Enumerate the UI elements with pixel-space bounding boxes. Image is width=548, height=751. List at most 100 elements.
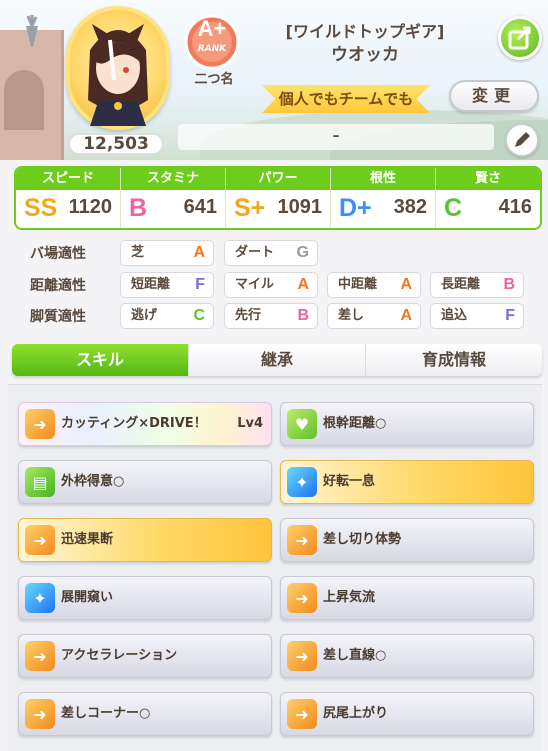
skill-card[interactable]: ➜ 尻尾上がり <box>280 692 534 736</box>
stat-grade: S+ <box>234 194 266 222</box>
skill-card[interactable]: ➜ カッティング×DRIVE！ Lv4 <box>18 402 272 446</box>
aptitude-cell: 中距離 A <box>327 272 421 298</box>
stat-label: スピード <box>16 168 120 190</box>
skill-name: 外枠得意○ <box>61 474 125 489</box>
skill-name: 尻尾上がり <box>323 706 389 721</box>
aptitude-label: 距離適性 <box>30 278 86 294</box>
carrot-icon <box>26 15 38 47</box>
stat-value: 1091 <box>277 196 323 218</box>
skill-card[interactable]: ➜ 差しコーナー○ <box>18 692 272 736</box>
skill-name: 差し切り体勢 <box>323 532 402 547</box>
stat-value: 382 <box>393 196 427 218</box>
skill-name: カッティング×DRIVE！ <box>61 416 207 431</box>
skill-card[interactable]: ✦ 展開窺い <box>18 576 272 620</box>
skill-card[interactable]: ➜ 差し直線○ <box>280 634 534 678</box>
skill-card[interactable]: ➜ アクセラレーション <box>18 634 272 678</box>
stat-1: スタミナ B 641 <box>121 168 226 228</box>
character-avatar[interactable] <box>66 6 170 130</box>
aptitude-name: マイル <box>235 277 275 292</box>
aptitude-label: バ場適性 <box>30 246 86 262</box>
tab-0[interactable]: スキル <box>12 344 188 376</box>
speed-boost-icon: ➜ <box>287 583 317 613</box>
motto-text: – <box>178 124 494 150</box>
skill-name: 差し直線○ <box>323 648 387 663</box>
share-icon <box>508 26 531 50</box>
horse-name: ウオッカ <box>331 45 399 65</box>
aptitude-name: ダート <box>235 245 275 260</box>
aptitude-cell: 差し A <box>327 303 421 329</box>
skill-name: 上昇気流 <box>323 590 376 605</box>
stat-value: 416 <box>498 196 532 218</box>
tab-1[interactable]: 継承 <box>188 344 365 376</box>
aptitude-row-distance: 距離適性 <box>30 272 118 298</box>
skill-name: 迅速果断 <box>61 532 114 547</box>
speed-boost-icon: ➜ <box>287 699 317 729</box>
speed-boost-icon: ➜ <box>25 699 55 729</box>
share-button[interactable] <box>498 16 542 60</box>
stat-3: 根性 D+ 382 <box>331 168 436 228</box>
skill-list: ➜ カッティング×DRIVE！ Lv4 ♥ 根幹距離○ ▤ 外枠得意○ ✦ 好転一息 ➜ 迅速果断 ➜… <box>8 384 542 751</box>
aptitude-name: 芝 <box>131 245 145 260</box>
skill-card[interactable]: ♥ 根幹距離○ <box>280 402 534 446</box>
stat-label: パワー <box>226 168 330 190</box>
aptitude-name: 差し <box>338 308 365 323</box>
stat-0: スピード SS 1120 <box>16 168 121 228</box>
speed-boost-icon: ➜ <box>25 641 55 671</box>
stat-value: 641 <box>183 196 217 218</box>
tab-2[interactable]: 育成情報 <box>365 344 542 376</box>
skill-name: 根幹距離○ <box>323 416 387 431</box>
nickname: 二つ名 <box>194 72 234 87</box>
edit-button[interactable] <box>505 123 539 157</box>
skill-card[interactable]: ➜ 迅速果断 <box>18 518 272 562</box>
speed-boost-icon: ➜ <box>25 409 55 439</box>
aptitude-name: 追込 <box>441 308 468 323</box>
change-button[interactable]: 変更 <box>449 80 539 112</box>
pencil-icon <box>515 132 530 147</box>
aptitude-cell: マイル A <box>224 272 318 298</box>
aptitude-grade: B <box>297 307 309 324</box>
aptitude-grade: A <box>297 276 309 293</box>
sparkle-icon: ✦ <box>287 467 317 497</box>
stat-value: 1120 <box>68 196 112 218</box>
fan-count: 12,503 <box>68 133 164 155</box>
aptitude-grade: A <box>400 307 412 324</box>
aptitude-row-track: バ場適性 <box>30 240 118 266</box>
stat-2: パワー S+ 1091 <box>226 168 331 228</box>
skill-card[interactable]: ✦ 好転一息 <box>280 460 534 504</box>
aptitude-grade: A <box>400 276 412 293</box>
aptitude-grade: A <box>193 244 205 261</box>
aptitude-label: 脚質適性 <box>30 309 86 325</box>
aptitude-cell: ダート G <box>224 240 318 266</box>
stat-grade: C <box>444 194 463 222</box>
skill-card[interactable]: ➜ 上昇気流 <box>280 576 534 620</box>
profile-header: 12,503 A+ RANK 二つ名 [ワイルドトップギア] ウオッカ 個人でも… <box>0 0 548 160</box>
aptitude-grade: F <box>505 307 515 324</box>
speed-boost-icon: ➜ <box>25 525 55 555</box>
stat-label: 賢さ <box>436 168 540 190</box>
aptitude-grade: B <box>503 276 515 293</box>
aptitude-row-style: 脚質適性 <box>30 303 118 329</box>
aptitude-name: 短距離 <box>131 277 171 292</box>
skill-card[interactable]: ▤ 外枠得意○ <box>18 460 272 504</box>
aptitude-cell: 短距離 F <box>120 272 214 298</box>
gate-icon: ▤ <box>25 467 55 497</box>
aptitude-name: 長距離 <box>441 277 481 292</box>
slogan-ribbon: 個人でもチームでも <box>262 85 430 113</box>
tab-bar: スキル 継承 育成情報 <box>12 344 542 376</box>
speed-boost-icon: ➜ <box>287 525 317 555</box>
aptitude-grade: G <box>296 244 309 261</box>
stats-panel: スピード SS 1120 スタミナ B 641 パワー S+ 1091 根性 D+ 382 賢さ C 416 <box>14 166 542 230</box>
stat-grade: B <box>129 194 148 222</box>
aptitude-cell: 芝A <box>120 240 214 266</box>
aptitude-cell: 逃げ C <box>120 303 214 329</box>
aptitude-grade: F <box>195 276 205 293</box>
aptitude-grade: C <box>193 307 205 324</box>
skill-level: Lv4 <box>237 416 263 431</box>
aptitude-cell: 長距離 B <box>430 272 524 298</box>
heart-icon: ♥ <box>287 409 317 439</box>
skill-card[interactable]: ➜ 差し切り体勢 <box>280 518 534 562</box>
rank-grade: A+ <box>197 16 227 41</box>
skill-name: アクセラレーション <box>61 648 178 663</box>
skill-name: 展開窺い <box>61 590 114 605</box>
trainer-title: [ワイルドトップギア] <box>285 22 445 41</box>
